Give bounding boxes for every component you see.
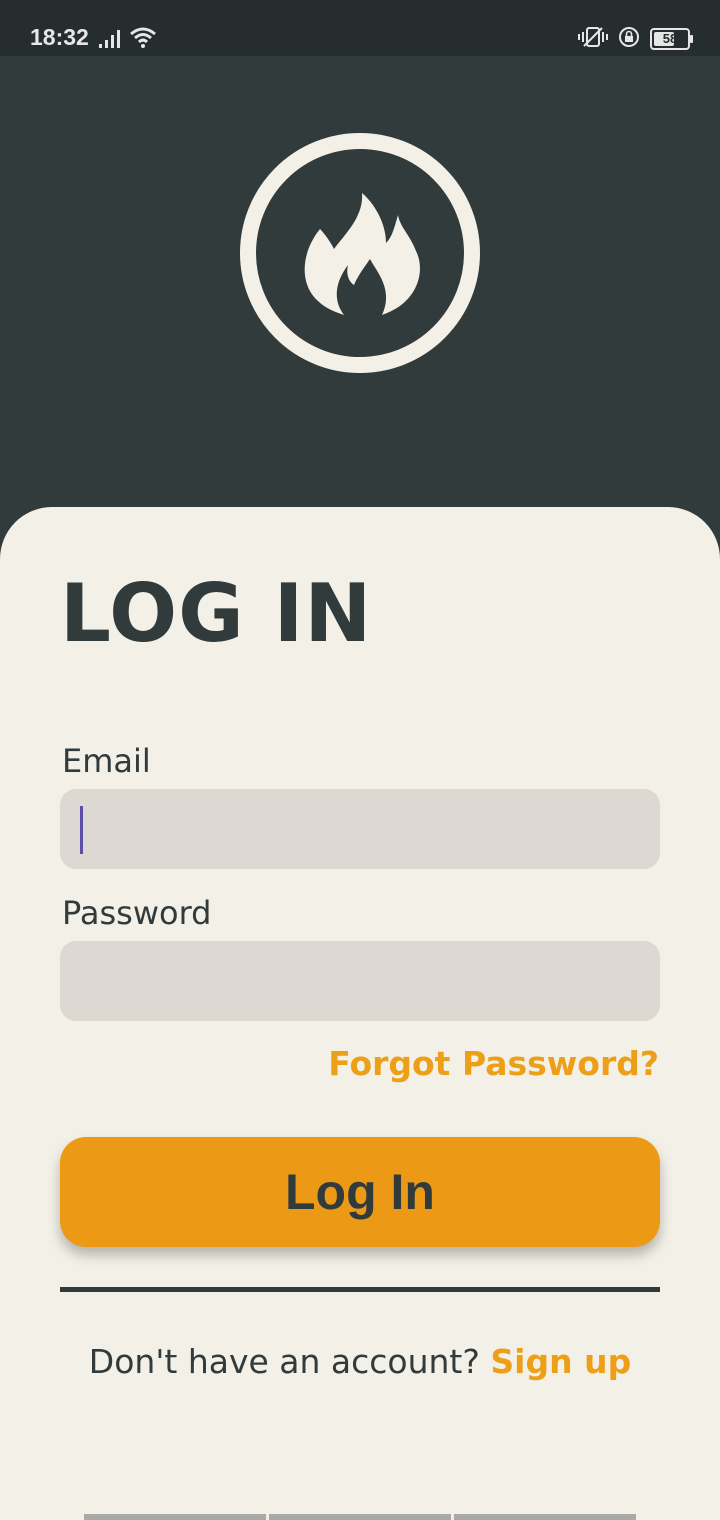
- login-button[interactable]: Log In: [60, 1137, 660, 1247]
- no-account-text: Don't have an account?: [88, 1342, 480, 1381]
- battery-level: 58: [662, 31, 678, 46]
- page-title: LOG IN: [60, 567, 373, 660]
- rotation-lock-icon: [618, 26, 640, 52]
- email-label: Email: [62, 742, 151, 780]
- forgot-password-link[interactable]: Forgot Password?: [328, 1044, 659, 1083]
- password-label: Password: [62, 894, 212, 932]
- signal-icon: [99, 30, 121, 52]
- battery-icon: 58: [650, 28, 693, 50]
- text-caret: [80, 806, 83, 854]
- password-field[interactable]: [60, 941, 660, 1021]
- gesture-nav-bar[interactable]: [84, 1514, 636, 1520]
- status-left-icons: [99, 26, 157, 52]
- vibrate-icon: [578, 26, 608, 52]
- flame-logo-icon: [240, 133, 480, 373]
- status-bar: 18:32 58: [0, 0, 720, 56]
- email-field[interactable]: [60, 789, 660, 869]
- status-time: 18:32: [30, 24, 89, 50]
- signup-link[interactable]: Sign up: [490, 1342, 631, 1381]
- signup-row: Don't have an account? Sign up: [0, 1342, 720, 1381]
- wifi-icon: [129, 26, 157, 52]
- status-right-icons: 58: [578, 26, 693, 52]
- divider: [60, 1287, 660, 1292]
